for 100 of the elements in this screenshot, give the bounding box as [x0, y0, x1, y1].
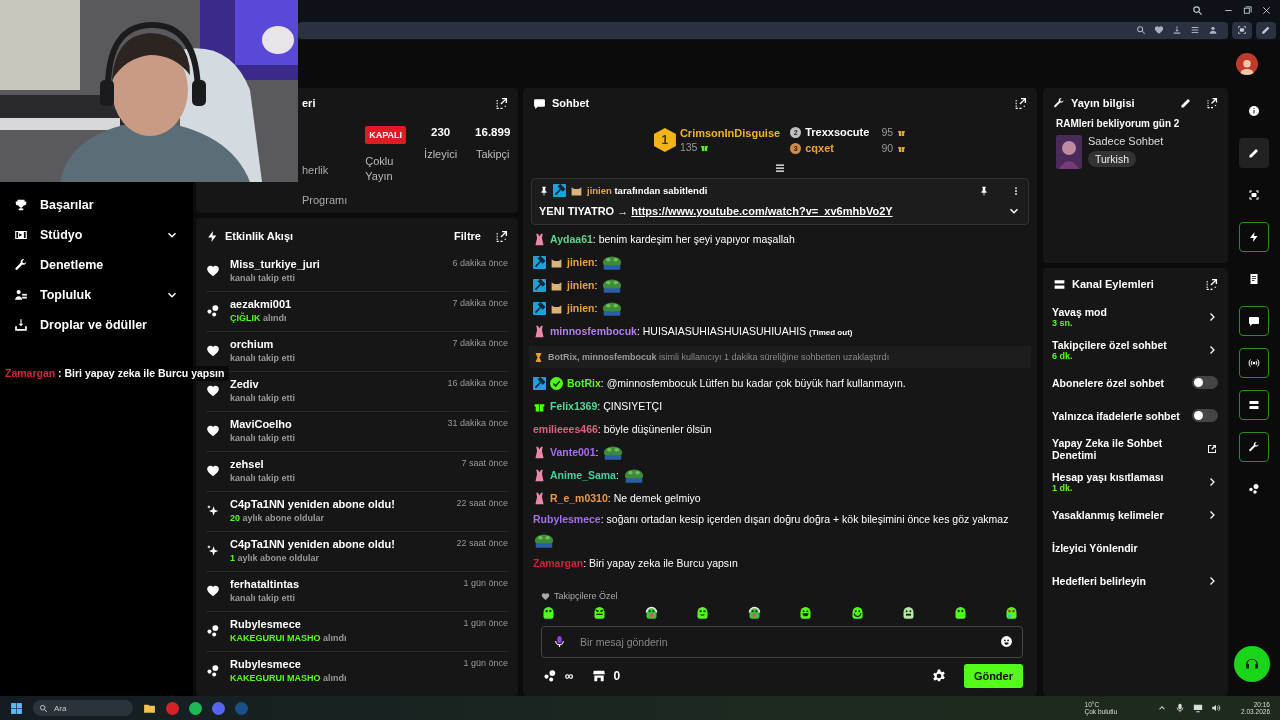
stat-label: Takipçi — [475, 148, 510, 160]
app-icon[interactable] — [189, 701, 202, 715]
download-tray-icon — [14, 318, 28, 332]
avatar[interactable] — [1236, 53, 1258, 75]
emote-icon[interactable] — [798, 605, 814, 620]
status-badge: KAPALI — [365, 126, 407, 144]
dots-cluster-icon — [206, 624, 220, 638]
support-button[interactable] — [1234, 646, 1270, 682]
action-item[interactable]: Yasaklanmış kelimeler — [1043, 498, 1228, 531]
emote-icon[interactable] — [952, 605, 968, 620]
popout-icon[interactable] — [1014, 96, 1027, 110]
microphone-icon[interactable] — [1175, 703, 1186, 713]
rail-button[interactable] — [1239, 432, 1269, 462]
emote-icon[interactable] — [643, 605, 659, 620]
toggle-switch[interactable] — [1192, 376, 1218, 389]
sidebar-item[interactable]: Droplar ve ödüller — [0, 310, 193, 340]
popout-icon[interactable] — [495, 96, 508, 110]
action-item[interactable]: Yalnızca ifadelerle sohbet — [1043, 399, 1228, 432]
heart-icon — [206, 424, 220, 438]
search-icon[interactable] — [1136, 25, 1146, 35]
message-field[interactable]: Bir mesaj gönderin — [541, 626, 1023, 658]
activity-title: Miss_turkiye_juri — [230, 258, 321, 270]
close-icon[interactable] — [1261, 4, 1272, 16]
menu-icon[interactable] — [1190, 25, 1200, 35]
app-icon[interactable] — [212, 701, 225, 715]
dots-cluster-icon — [206, 304, 220, 318]
activity-title: orchium — [230, 338, 275, 350]
store-count: 0 — [613, 669, 621, 683]
screen-capture-icon — [1237, 25, 1247, 35]
search-icon[interactable] — [1192, 4, 1203, 16]
maximize-icon[interactable] — [1242, 4, 1253, 16]
rail-button[interactable] — [1239, 306, 1269, 336]
pencil-icon — [1248, 147, 1260, 159]
taskbar-search[interactable]: Ara — [33, 700, 133, 716]
layout-icon — [1248, 399, 1260, 411]
link[interactable]: https://www.youtube.com/watch?v=_xv6mhbVo2Y — [631, 205, 893, 217]
action-item[interactable]: Hedefleri belirleyin — [1043, 564, 1228, 597]
action-item[interactable]: Yapay Zeka ile Sohbet Denetimi — [1043, 432, 1228, 465]
activity-time: 31 dakika önce — [447, 418, 508, 428]
toggle-switch[interactable] — [1192, 409, 1218, 422]
settings-icon[interactable] — [931, 669, 946, 683]
activity-detail: KAKEGURUI MASHO alındı — [230, 633, 348, 643]
action-item[interactable]: Yavaş mod 3 sn. — [1043, 300, 1228, 333]
emote-icon[interactable] — [592, 605, 608, 620]
rank-badge: 1 — [653, 128, 676, 152]
pencil-icon[interactable] — [1180, 97, 1192, 109]
sidebar-item[interactable]: Topluluk — [0, 280, 193, 310]
activity-title: ferhataltintas — [230, 578, 301, 590]
rail-button[interactable] — [1239, 348, 1269, 378]
app-icon[interactable] — [166, 701, 179, 715]
collapse-icon[interactable] — [774, 162, 786, 174]
figure-badge-icon — [533, 232, 546, 246]
toolbar-button[interactable] — [1256, 21, 1276, 39]
heart-icon — [206, 344, 220, 358]
emote-icon[interactable] — [746, 605, 762, 620]
language-tag[interactable]: Turkish — [1088, 151, 1137, 167]
category-name[interactable]: Sadece Sohbet — [1088, 135, 1164, 147]
activity-detail: ÇIĞLIK alındı — [230, 313, 288, 323]
speaker-icon[interactable] — [1211, 703, 1222, 713]
chat-icon — [533, 96, 546, 110]
emote-icon[interactable] — [695, 605, 711, 620]
emoji-icon[interactable] — [1000, 635, 1013, 648]
toolbar-button[interactable] — [1232, 21, 1252, 39]
sidebar-item[interactable]: Başarılar — [0, 190, 193, 220]
rail-button[interactable] — [1239, 138, 1269, 168]
heart-icon[interactable] — [1154, 25, 1164, 35]
panel-title: Kanal Eylemleri — [1072, 278, 1154, 290]
send-button[interactable]: Gönder — [963, 664, 1023, 688]
panel-title: Sohbet — [552, 97, 590, 109]
popout-icon[interactable] — [1205, 277, 1218, 291]
popout-icon[interactable] — [1206, 97, 1218, 109]
store-icon[interactable] — [591, 669, 606, 683]
gift-count: 90 — [881, 142, 894, 154]
pin-icon[interactable] — [979, 185, 989, 196]
microphone-icon[interactable] — [553, 635, 566, 648]
action-item[interactable]: İzleyici Yönlendir — [1043, 531, 1228, 564]
action-item[interactable]: Abonelere özel sohbet — [1043, 366, 1228, 399]
rail-button[interactable] — [1239, 222, 1269, 252]
windows-icon[interactable] — [10, 701, 23, 715]
pinned-text: YENI TIYATRO → https://www.youtube.com/watch?v=_xv6mhbVo2Y — [539, 205, 893, 217]
rail-button[interactable] — [1239, 390, 1269, 420]
emote-icon[interactable] — [1003, 605, 1019, 620]
gift-count: 135 — [679, 141, 698, 153]
sparkle-icon — [206, 544, 220, 558]
sidebar-item[interactable]: Stüdyo — [0, 220, 193, 250]
chat-message: minnosfembocuk: HUISAIASUHIASHUIASUHIUAHIS (Timed out) — [550, 325, 853, 337]
lightning-icon — [206, 229, 219, 243]
monitor-icon[interactable] — [1193, 703, 1204, 713]
action-item[interactable]: Takipçilere özel sohbet 6 dk. — [1043, 333, 1228, 366]
info-icon — [1248, 105, 1260, 117]
lightning-icon — [1248, 231, 1260, 243]
filter-button[interactable]: Filtre — [454, 230, 481, 242]
user-icon[interactable] — [1208, 25, 1218, 35]
activity-time: 7 saat önce — [461, 458, 508, 468]
action-item[interactable]: Hesap yaşı kısıtlaması 1 dk. — [1043, 465, 1228, 498]
emote-icon[interactable] — [901, 605, 917, 620]
emote-icon[interactable] — [541, 605, 556, 620]
popout-icon[interactable] — [495, 229, 508, 243]
emote-icon[interactable] — [849, 605, 865, 620]
sidebar-item[interactable]: Denetleme — [0, 250, 193, 280]
